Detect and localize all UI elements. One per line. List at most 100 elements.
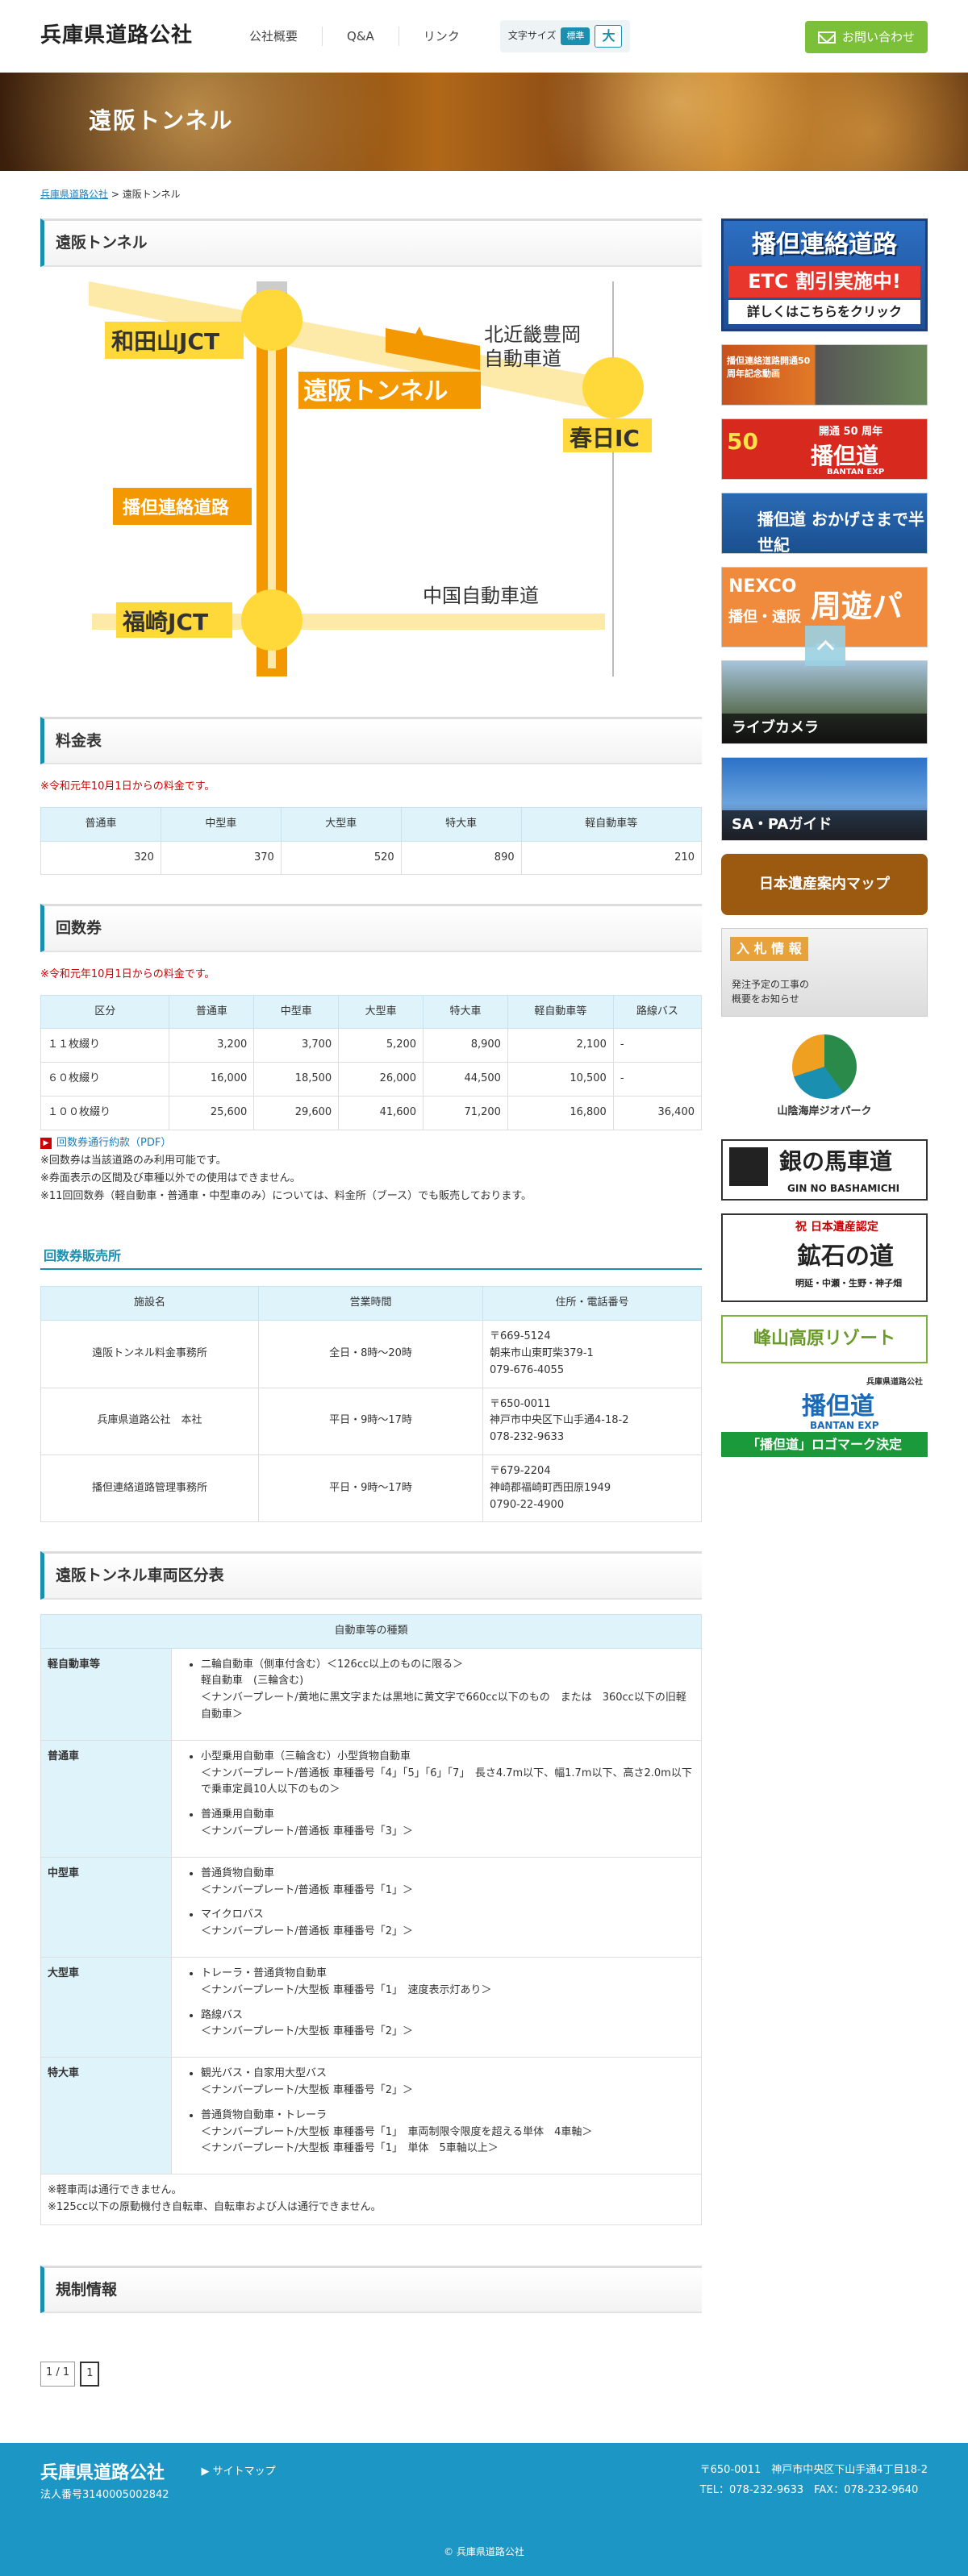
shop-address: 〒669-5124 朝来市山東町柴379-1 079-676-4055	[482, 1320, 702, 1388]
vehicle-line: 普通貨物自動車	[201, 1866, 275, 1879]
coupon-header: 大型車	[338, 994, 424, 1030]
shop-street: 神戸市中央区下山手通4-18-2	[490, 1414, 629, 1427]
vehicle-table: 自動車等の種類 軽自動車等 二輪自動車（側車付含む）＜126cc以上のものに限る…	[40, 1613, 702, 2225]
vehicle-class-desc: トレーラ・普通貨物自動車 ＜ナンバープレート/大型板 車種番号「1」 速度表示灯あ…	[171, 1956, 702, 2058]
fare-header-futsu: 普通車	[40, 806, 161, 842]
nav-item-qa[interactable]: Q&A	[322, 27, 398, 46]
footer-copyright: © 兵庫県道路公社	[444, 2545, 524, 2557]
vehicle-class-desc: 普通貨物自動車 ＜ナンバープレート/普通板 車種番号「1」＞ マイクロバス ＜ナンバ…	[171, 1856, 702, 1958]
coupon-cell: 26,000	[338, 1062, 424, 1097]
shop-phone: 0790-22-4900	[490, 1498, 565, 1511]
banner-bid-info[interactable]: 入 札 情 報 発注予定の工事の 概要をお知らせ	[721, 928, 928, 1017]
table-row: 普通車 小型乗用自動車（三輪含む）小型貨物自動車 ＜ナンバープレート/普通板 車種…	[40, 1739, 702, 1858]
banner-geopark[interactable]: 山陰海岸ジオパーク	[721, 1030, 928, 1127]
table-row: 320 370 520 890 210	[40, 840, 703, 876]
banner-ginno-bashamichi[interactable]: 銀の馬車道 GIN NO BASHAMICHI	[721, 1139, 928, 1201]
vehicle-class-desc: 小型乗用自動車（三輪含む）小型貨物自動車 ＜ナンバープレート/普通板 車種番号「4…	[171, 1739, 702, 1858]
section-heading-tunnel: 遠阪トンネル	[40, 218, 702, 267]
banner-sapa-guide[interactable]: SA・PAガイド	[721, 757, 928, 842]
banner-50th[interactable]: 50 開通 50 周年 播但道 BANTAN EXP	[721, 418, 928, 481]
vehicle-line: 小型乗用自動車（三輪含む）小型貨物自動車	[201, 1750, 411, 1762]
pdf-icon: ▶	[40, 1138, 52, 1150]
coupon-cell: 2,100	[507, 1028, 614, 1063]
font-size-normal-button[interactable]: 標準	[561, 27, 590, 45]
footer-tel-fax: TEL：078-232-9633 FAX：078-232-9640	[699, 2483, 919, 2496]
banner-bashamichi-title: 銀の馬車道	[779, 1148, 893, 1176]
coupon-cell: 16,800	[507, 1095, 614, 1130]
banner-heritage-map[interactable]: 日本遺産案内マップ	[721, 854, 928, 916]
banner-logo-decision: 「播但道」ロゴマーク決定	[721, 1431, 928, 1458]
shop-postal: 〒669-5124	[490, 1330, 551, 1343]
table-row: 中型車 普通貨物自動車 ＜ナンバープレート/普通板 車種番号「1」＞ マイクロバス…	[40, 1856, 702, 1958]
coupon-note-3: ※11回回数券（軽自動車・普通車・中型車のみ）については、料金所（ブース）でも販…	[40, 1189, 532, 1202]
coupon-terms-link[interactable]: ▶ 回数券通行約款（PDF）	[40, 1135, 702, 1152]
coupon-cell: -	[612, 1062, 703, 1097]
shops-header: 施設名	[40, 1286, 259, 1321]
vehicle-line: 軽自動車 (三輪含む)	[201, 1675, 304, 1688]
table-row: 大型車 トレーラ・普通貨物自動車 ＜ナンバープレート/大型板 車種番号「1」 速度…	[40, 1956, 702, 2058]
table-row: １００枚綴り 25,600 29,600 41,600 71,200 16,80…	[40, 1095, 703, 1130]
fare-section: 料金表 ※令和元年10月1日からの料金です。 普通車 中型車 大型車 特大車 軽…	[40, 716, 703, 876]
vehicle-line: ＜ナンバープレート/普通板 車種番号「4」「5」「6」「7」 長さ4.7m以下、…	[201, 1767, 692, 1796]
coupon-table: 区分 普通車 中型車 大型車 特大車 軽自動車等 路線バス １１枚綴り 3,20…	[40, 994, 703, 1130]
vehicle-class-desc: 観光バス・自家用大型バス ＜ナンバープレート/大型板 車種番号「2」＞ 普通貨物自…	[171, 2057, 702, 2175]
coupon-cell: 18,500	[253, 1062, 340, 1097]
vehicle-line: ＜ナンバープレート/大型板 車種番号「2」＞	[201, 2083, 414, 2096]
list-item: 小型乗用自動車（三輪含む）小型貨物自動車 ＜ナンバープレート/普通板 車種番号「4…	[201, 1749, 695, 1799]
pager: 1 / 1 1	[40, 2362, 702, 2387]
banner-mineyama-resort[interactable]: 峰山高原リゾート	[721, 1315, 928, 1364]
footer-logo[interactable]: 兵庫県道路公社	[40, 2459, 169, 2487]
site-footer: 兵庫県道路公社 法人番号3140005002842 ▶ サイトマップ 〒650-…	[0, 2442, 968, 2576]
banner-logo-mark[interactable]: 兵庫県道路公社 播但道 BANTAN EXP 「播但道」ロゴマーク決定	[721, 1376, 928, 1458]
table-row: 兵庫県道路公社 本社 平日・9時～17時 〒650-0011 神戸市中央区下山手通…	[40, 1387, 702, 1455]
nav-item-links[interactable]: リンク	[398, 27, 484, 46]
banner-etc-discount[interactable]: 播但連絡道路 ETC 割引実施中! 詳しくはこちらをクリック	[721, 218, 928, 332]
banner-kouseki-line1: 祝 日本遺産認定	[795, 1221, 878, 1234]
section-heading-coupon: 回数券	[40, 904, 702, 952]
footer-sitemap-link[interactable]: ▶ サイトマップ	[202, 2464, 276, 2504]
table-row: 播但連絡道路管理事務所 平日・9時～17時 〒679-2204 神崎郡福崎町西田原…	[40, 1454, 702, 1523]
breadcrumb: 兵庫県道路公社 > 遠阪トンネル	[0, 171, 968, 218]
fare-value: 370	[160, 840, 282, 876]
banner-anniversary-video[interactable]: 播但連絡道路開通50周年記念動画	[721, 344, 928, 406]
shop-phone: 079-676-4055	[490, 1363, 565, 1376]
fare-header-kei: 軽自動車等	[520, 806, 703, 842]
coupon-cell: 29,600	[253, 1095, 340, 1130]
scroll-to-top-button[interactable]	[805, 626, 845, 666]
banner-mineyama-label: 峰山高原リゾート	[753, 1329, 895, 1350]
breadcrumb-home-link[interactable]: 兵庫県道路公社	[40, 189, 108, 200]
coupon-cell: 71,200	[423, 1095, 508, 1130]
site-logo[interactable]: 兵庫県道路公社	[40, 19, 193, 53]
regulation-section: 規制情報	[40, 2265, 702, 2314]
fare-header-tokudai: 特大車	[400, 806, 522, 842]
vehicle-class-label: 中型車	[40, 1856, 172, 1958]
coupon-note-2: ※券面表示の区間及び車種以外での使用はできません。	[40, 1171, 301, 1184]
vehicle-line: ＜ナンバープレート/大型板 車種番号「2」＞	[201, 2025, 414, 2038]
banner-etc-title: 播但連絡道路	[752, 231, 897, 260]
breadcrumb-current: 遠阪トンネル	[122, 189, 181, 200]
banner-live-camera[interactable]: ライブカメラ	[721, 660, 928, 745]
footer-address: 〒650-0011 神戸市中央区下山手通4丁目18-2	[699, 2463, 928, 2476]
vehicle-class-label: 軽自動車等	[40, 1647, 172, 1741]
section-heading-fare: 料金表	[40, 716, 702, 764]
pager-page-1[interactable]: 1	[80, 2362, 100, 2387]
coupon-terms-label[interactable]: 回数券通行約款（PDF）	[56, 1135, 171, 1152]
banner-bid-line2: 概要をお知らせ	[732, 993, 799, 1005]
vehicle-line: ＜ナンバープレート/普通板 車種番号「3」＞	[201, 1825, 414, 1837]
vehicle-footnote-1: ※軽車両は通行できません。	[48, 2184, 182, 2197]
shops-header: 営業時間	[258, 1286, 483, 1321]
fare-value: 210	[520, 840, 703, 876]
coupon-header: 中型車	[253, 994, 340, 1030]
coupon-cell: 36,400	[612, 1095, 703, 1130]
table-row: ６０枚綴り 16,000 18,500 26,000 44,500 10,500…	[40, 1062, 703, 1097]
nav-item-about[interactable]: 公社概要	[225, 27, 322, 46]
fukusaki-jct-marker	[241, 589, 302, 651]
coupon-note: ※令和元年10月1日からの料金です。	[40, 968, 215, 980]
banner-kouseki-road[interactable]: 祝 日本遺産認定 鉱石の道 明延・中瀬・生野・神子畑	[721, 1213, 928, 1303]
banner-half-century[interactable]: 播但道 おかげさまで半世紀	[721, 493, 928, 555]
list-item: 観光バス・自家用大型バス ＜ナンバープレート/大型板 車種番号「2」＞	[201, 2066, 695, 2100]
contact-button[interactable]: お問い合わせ	[804, 21, 928, 53]
list-item: 路線バス ＜ナンバープレート/大型板 車種番号「2」＞	[201, 2008, 695, 2041]
global-nav: 公社概要 Q&A リンク	[225, 20, 484, 52]
font-size-large-button[interactable]: 大	[595, 25, 623, 48]
